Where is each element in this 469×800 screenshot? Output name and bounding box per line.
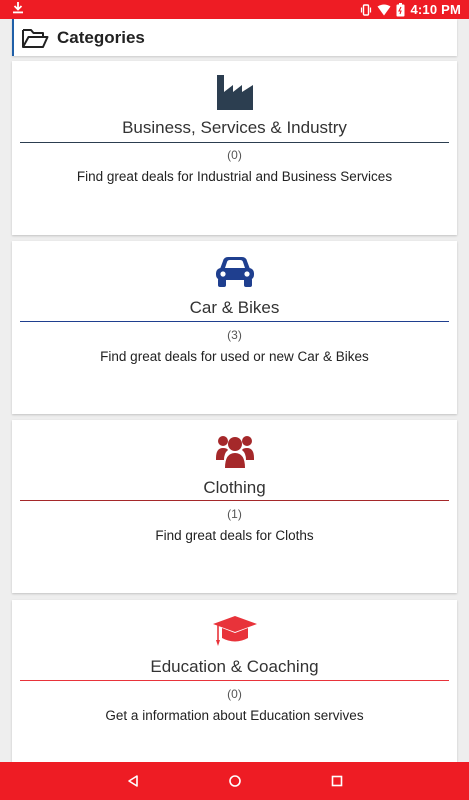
categories-header: Categories bbox=[12, 19, 457, 56]
category-card-clothing[interactable]: Clothing (1) Find great deals for Cloths bbox=[12, 420, 457, 593]
clock: 4:10 PM bbox=[410, 2, 461, 17]
category-count: (0) bbox=[227, 687, 242, 701]
users-icon bbox=[12, 432, 457, 470]
folder-open-icon bbox=[21, 27, 49, 49]
category-title: Education & Coaching bbox=[150, 657, 319, 676]
download-icon bbox=[12, 1, 24, 19]
category-divider bbox=[20, 142, 449, 143]
category-card-business[interactable]: Business, Services & Industry (0) Find g… bbox=[12, 61, 457, 235]
wifi-icon bbox=[377, 4, 391, 16]
page-title: Categories bbox=[57, 27, 145, 47]
category-description: Find great deals for Cloths bbox=[155, 528, 314, 543]
category-description: Get a information about Education serviv… bbox=[105, 708, 364, 723]
category-divider bbox=[20, 680, 449, 681]
category-title: Clothing bbox=[203, 478, 266, 497]
category-count: (0) bbox=[227, 148, 242, 162]
category-divider bbox=[20, 321, 449, 322]
category-description: Find great deals for used or new Car & B… bbox=[100, 349, 369, 364]
category-count: (3) bbox=[227, 328, 242, 342]
clock-ampm: PM bbox=[441, 2, 461, 17]
category-card-education[interactable]: Education & Coaching (0) Get a informati… bbox=[12, 600, 457, 762]
graduation-cap-icon bbox=[12, 614, 457, 648]
vibrate-icon bbox=[360, 3, 372, 16]
home-icon[interactable] bbox=[223, 769, 247, 793]
category-description: Find great deals for Industrial and Busi… bbox=[76, 169, 393, 184]
category-card-car-bikes[interactable]: Car & Bikes (3) Find great deals for use… bbox=[12, 241, 457, 414]
car-icon bbox=[12, 255, 457, 289]
battery-icon bbox=[396, 2, 405, 17]
status-bar: 4:10 PM bbox=[0, 0, 469, 19]
category-title: Car & Bikes bbox=[189, 298, 280, 317]
clock-time: 4:10 bbox=[410, 2, 438, 17]
navigation-bar bbox=[0, 762, 469, 800]
back-icon[interactable] bbox=[121, 769, 145, 793]
recents-icon[interactable] bbox=[325, 769, 349, 793]
category-divider bbox=[20, 500, 449, 501]
category-title: Business, Services & Industry bbox=[122, 118, 347, 137]
factory-icon bbox=[12, 73, 457, 111]
category-count: (1) bbox=[227, 507, 242, 521]
